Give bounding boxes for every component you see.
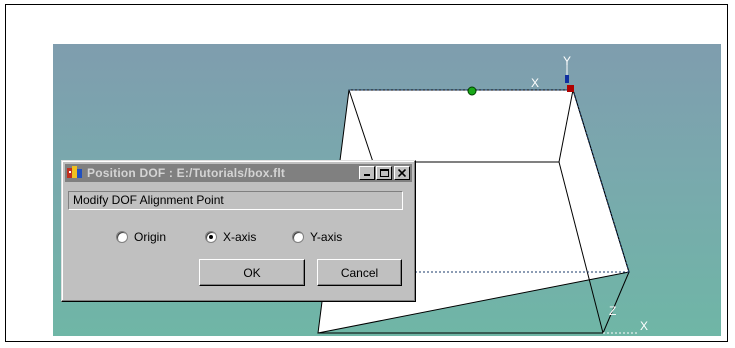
radio-button-x-axis[interactable] [205, 231, 217, 243]
dialog-titlebar[interactable]: Position DOF : E:/Tutorials/box.flt [65, 164, 412, 182]
minimize-button[interactable] [359, 166, 375, 180]
y-axis-marker [565, 75, 569, 83]
x-axis-label-bottom: X [640, 319, 649, 333]
radio-button-y-axis[interactable] [292, 231, 304, 243]
maximize-icon [379, 169, 389, 177]
radio-x-axis-label: X-axis [223, 230, 257, 244]
box-edge [602, 271, 630, 334]
radio-y-axis[interactable]: Y-axis [292, 230, 342, 244]
radio-origin[interactable]: Origin [116, 230, 166, 244]
application-icon [67, 166, 82, 178]
close-button[interactable] [394, 166, 410, 180]
dof-origin-marker [567, 85, 574, 92]
z-axis-label: Z [609, 304, 617, 318]
radio-y-axis-label: Y-axis [310, 230, 343, 244]
radio-button-origin[interactable] [116, 231, 128, 243]
y-axis-label: Y [563, 54, 572, 68]
alignment-point-marker [467, 86, 477, 96]
main-frame: Y X Z X Position DOF : E:/Tutorials/box.… [5, 4, 728, 342]
status-panel: Modify DOF Alignment Point [68, 191, 403, 210]
maximize-button[interactable] [376, 166, 392, 180]
ok-button[interactable]: OK [199, 259, 305, 286]
minimize-icon [364, 174, 370, 176]
cancel-button[interactable]: Cancel [317, 259, 402, 286]
close-icon [398, 169, 406, 177]
position-dof-dialog: Position DOF : E:/Tutorials/box.flt Modi… [61, 160, 416, 302]
radio-origin-label: Origin [134, 230, 167, 244]
radio-x-axis[interactable]: X-axis [205, 230, 256, 244]
x-axis-label-top: X [531, 76, 540, 90]
dialog-title: Position DOF : E:/Tutorials/box.flt [87, 166, 286, 180]
